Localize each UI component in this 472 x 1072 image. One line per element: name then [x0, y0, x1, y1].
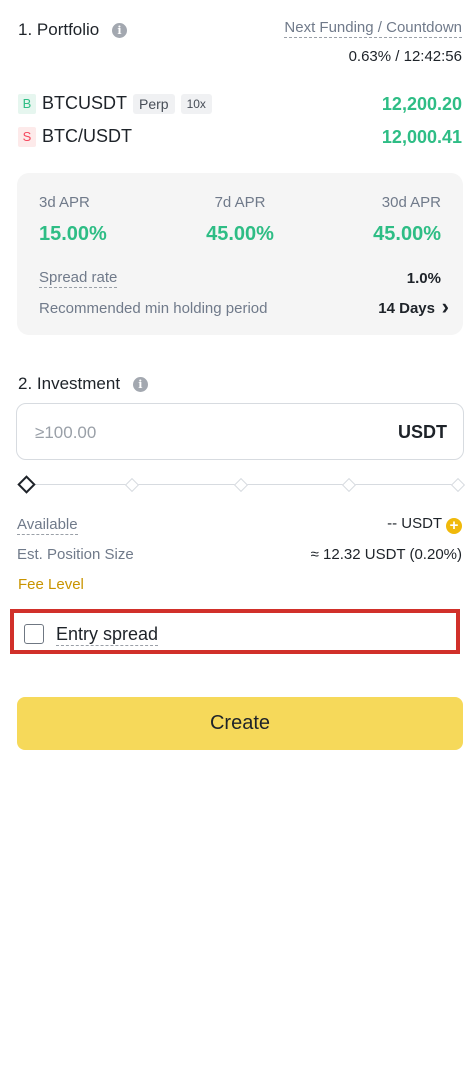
slider-node-75[interactable] — [341, 477, 357, 493]
info-icon[interactable]: i — [112, 23, 127, 39]
slider-thumb[interactable] — [17, 475, 36, 494]
create-button[interactable]: Create — [17, 697, 463, 750]
leverage-tag: 10x — [180, 93, 212, 114]
spread-rate-label-text: Spread rate — [39, 269, 118, 288]
fee-level-link[interactable]: Fee Level — [18, 576, 84, 593]
entry-spread-highlight: Entry spread — [10, 609, 460, 654]
next-funding-label[interactable]: Next Funding / Countdown — [284, 19, 462, 38]
apr-30d-label: 30d APR — [381, 194, 441, 211]
entry-spread-label-text: Entry spread — [56, 624, 159, 646]
est-position-value: ≈ 12.32 USDT (0.20%) — [310, 546, 462, 563]
available-label[interactable]: Available — [17, 516, 78, 535]
entry-spread-label[interactable]: Entry spread — [56, 624, 159, 646]
sell-leg-price: 12,000.41 — [381, 127, 462, 147]
apr-3d-value: 15.00% — [39, 223, 107, 245]
spread-rate-value: 1.0% — [406, 270, 441, 287]
investment-section-title: 2. Investment i — [18, 374, 148, 394]
spread-rate-label[interactable]: Spread rate — [39, 269, 118, 288]
chevron-right-icon[interactable]: › — [442, 294, 449, 320]
slider-node-25[interactable] — [124, 477, 140, 493]
holding-period-label: Recommended min holding period — [39, 300, 268, 317]
currency-label: USDT — [398, 422, 447, 442]
plus-icon[interactable]: + — [446, 518, 462, 534]
info-icon[interactable]: i — [132, 377, 148, 393]
apr-7d-label: 7d APR — [214, 194, 266, 211]
sell-badge: S — [18, 126, 36, 147]
sell-leg-row: S BTC/USDT — [18, 126, 132, 147]
est-position-label: Est. Position Size — [17, 546, 134, 563]
holding-period-value[interactable]: 14 Days — [378, 300, 435, 317]
apr-7d-value: 45.00% — [206, 223, 274, 245]
buy-leg-row: B BTCUSDT Perp 10x — [18, 93, 212, 114]
amount-slider[interactable] — [17, 474, 466, 496]
buy-leg-symbol: BTCUSDT — [42, 93, 127, 113]
entry-spread-checkbox[interactable] — [24, 624, 44, 644]
portfolio-title: 1. Portfolio — [18, 20, 100, 39]
buy-leg-price: 12,200.20 — [381, 94, 462, 114]
available-value-group: -- USDT + — [387, 515, 462, 534]
sell-leg-symbol: BTC/USDT — [42, 126, 132, 146]
apr-30d-value: 45.00% — [373, 223, 441, 245]
slider-node-50[interactable] — [233, 477, 249, 493]
investment-amount-field[interactable]: ≥100.00 USDT — [16, 403, 464, 460]
next-funding-label-text: Next Funding / Countdown — [284, 19, 462, 38]
available-value: -- USDT — [387, 515, 442, 532]
apr-3d-label: 3d APR — [39, 194, 90, 211]
slider-node-100[interactable] — [450, 477, 466, 493]
perp-tag: Perp — [133, 93, 175, 114]
apr-card: 3d APR 15.00% 7d APR 45.00% 30d APR 45.0… — [17, 173, 463, 335]
available-label-text: Available — [17, 516, 78, 535]
portfolio-section-title: 1. Portfolio i — [18, 20, 127, 40]
investment-title: 2. Investment — [18, 374, 121, 393]
funding-countdown-value: 0.63% / 12:42:56 — [348, 48, 462, 65]
amount-placeholder: ≥100.00 — [35, 423, 97, 442]
buy-badge: B — [18, 93, 36, 114]
